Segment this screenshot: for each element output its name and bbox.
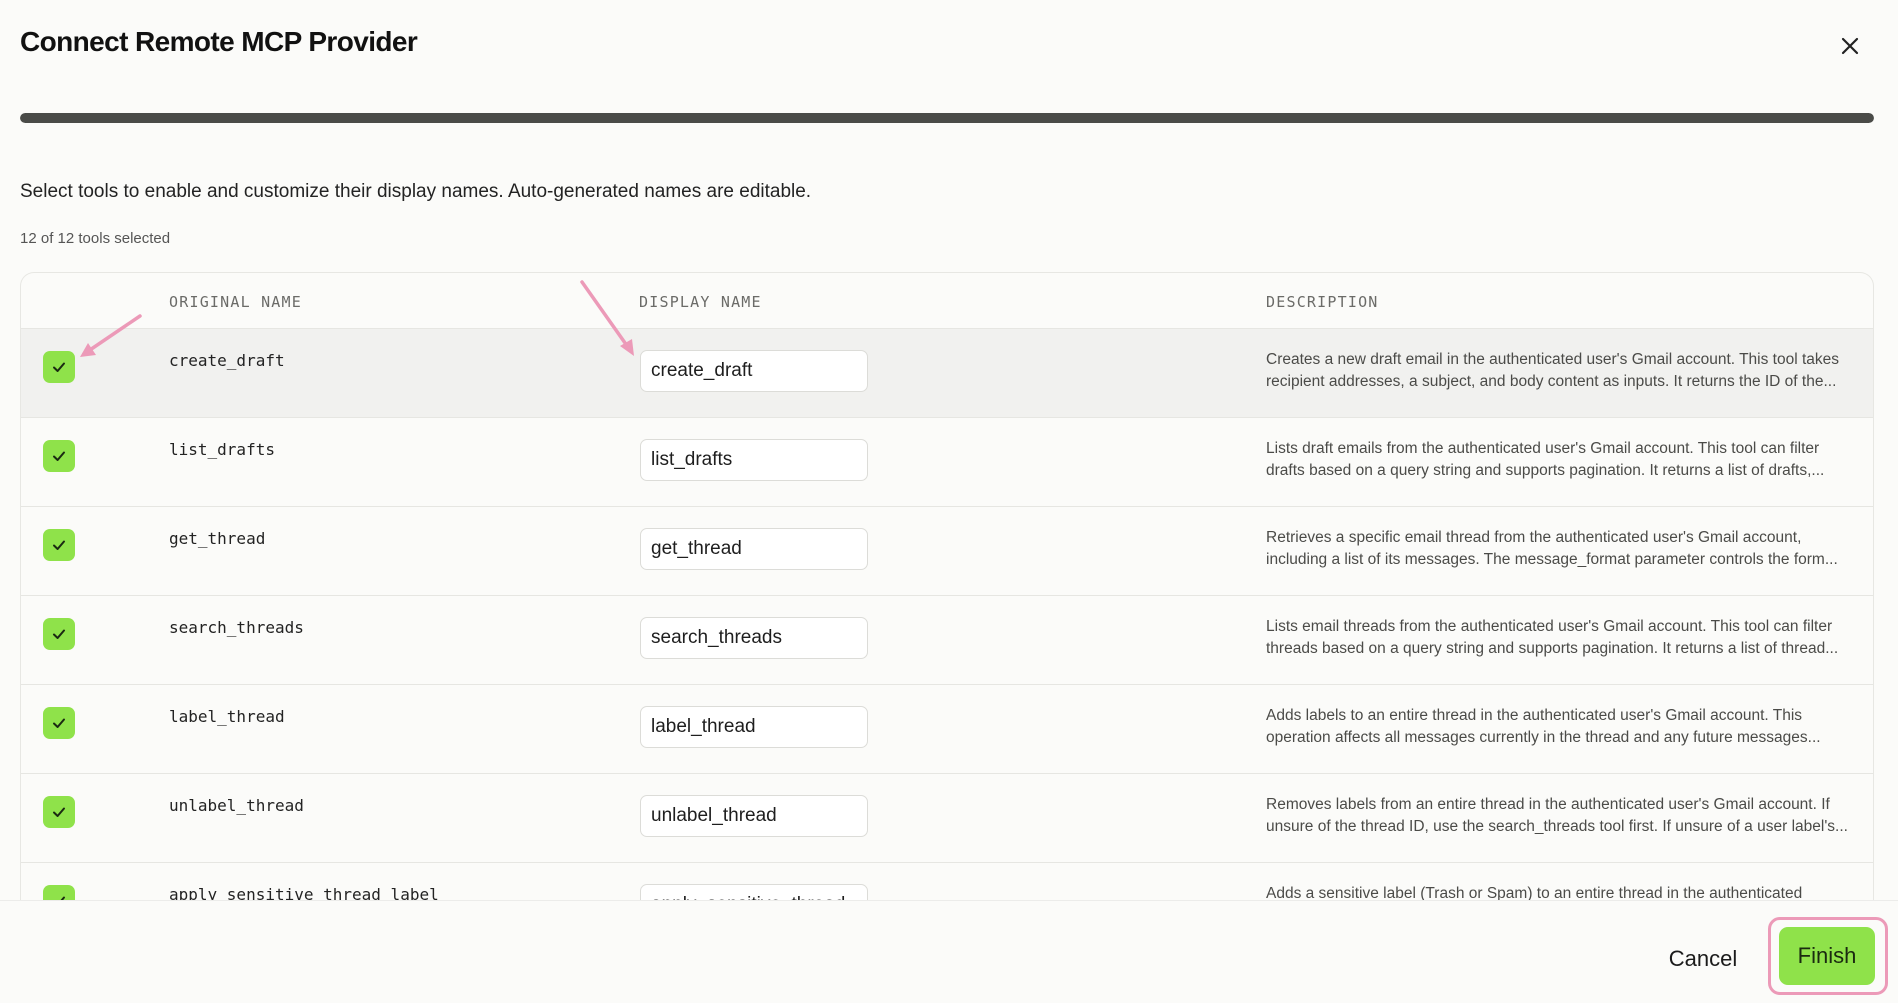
original-name: create_draft [169,351,285,370]
table-row: get_thread Retrieves a specific email th… [21,507,1873,596]
table-row: list_drafts Lists draft emails from the … [21,418,1873,507]
tool-checkbox[interactable] [43,351,75,383]
table-row: unlabel_thread Removes labels from an en… [21,774,1873,863]
original-name: list_drafts [169,440,275,459]
tools-table: ORIGINAL NAME DISPLAY NAME DESCRIPTION c… [20,272,1874,1003]
close-button[interactable] [1834,30,1866,62]
checkmark-icon [53,540,65,550]
dialog-footer: Cancel Finish [0,900,1898,1003]
checkmark-icon [53,451,65,461]
checkmark-icon [53,807,65,817]
checkmark-icon [53,362,65,372]
tool-description: Lists email threads from the authenticat… [1266,618,1839,657]
table-row: search_threads Lists email threads from … [21,596,1873,685]
selection-count: 12 of 12 tools selected [20,230,171,247]
progress-fill [20,113,1874,123]
display-name-input[interactable] [640,795,868,837]
checkmark-icon [53,629,65,639]
display-name-input[interactable] [640,528,868,570]
finish-highlight: Finish [1768,917,1888,995]
instructions-text: Select tools to enable and customize the… [20,181,812,202]
display-name-input[interactable] [640,439,868,481]
dialog-title: Connect Remote MCP Provider [20,26,418,57]
table-body: create_draft Creates a new draft email i… [21,329,1873,952]
original-name: get_thread [169,529,266,548]
table-row: label_thread Adds labels to an entire th… [21,685,1873,774]
tool-description: Creates a new draft email in the authent… [1266,351,1840,390]
tool-description: Retrieves a specific email thread from t… [1266,529,1838,568]
original-name: label_thread [169,707,285,726]
header-description: DESCRIPTION [1266,293,1379,311]
display-name-input[interactable] [640,617,868,659]
table-header: ORIGINAL NAME DISPLAY NAME DESCRIPTION [21,273,1873,329]
table-row: create_draft Creates a new draft email i… [21,329,1873,418]
cancel-button[interactable]: Cancel [1650,939,1756,979]
close-icon [1841,37,1859,55]
tool-description: Adds labels to an entire thread in the a… [1266,707,1821,746]
tool-checkbox[interactable] [43,618,75,650]
original-name: search_threads [169,618,304,637]
tool-checkbox[interactable] [43,440,75,472]
tool-checkbox[interactable] [43,707,75,739]
header-display-name: DISPLAY NAME [639,293,762,311]
tool-description: Removes labels from an entire thread in … [1266,796,1848,835]
original-name: unlabel_thread [169,796,304,815]
finish-button[interactable]: Finish [1779,927,1875,985]
display-name-input[interactable] [640,350,868,392]
progress-bar [20,113,1874,123]
checkmark-icon [53,718,65,728]
header-original-name: ORIGINAL NAME [169,293,302,311]
tool-description: Lists draft emails from the authenticate… [1266,440,1825,479]
display-name-input[interactable] [640,706,868,748]
connect-provider-dialog: Connect Remote MCP Provider Select tools… [0,0,1898,1003]
tool-checkbox[interactable] [43,529,75,561]
tool-checkbox[interactable] [43,796,75,828]
